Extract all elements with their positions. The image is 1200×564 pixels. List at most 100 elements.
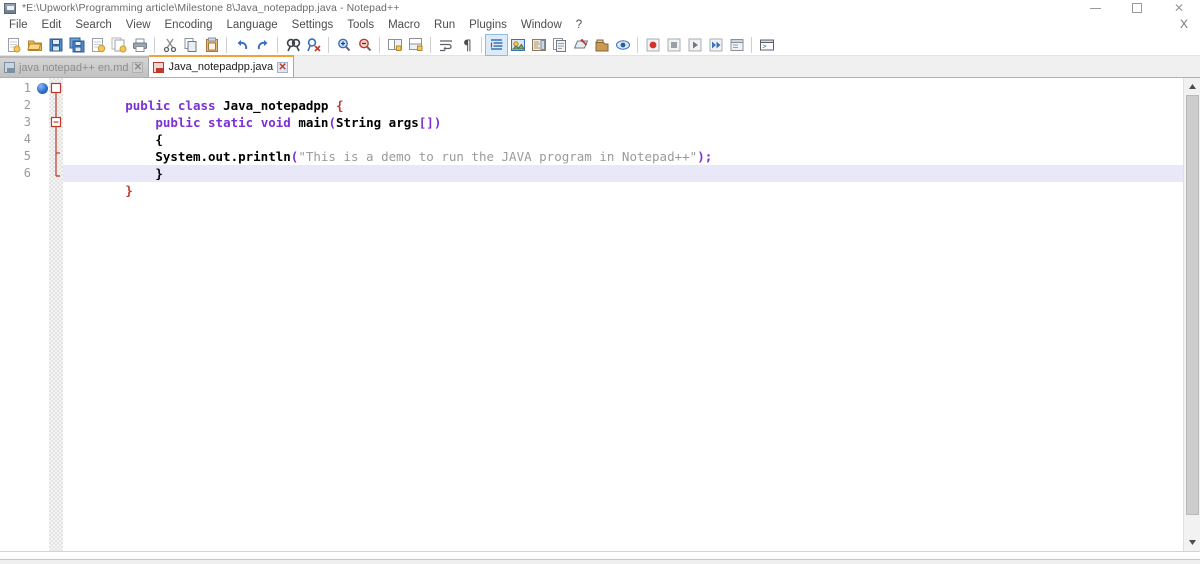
function-list-icon[interactable] (549, 35, 570, 55)
code-token: System.out.println (155, 149, 290, 164)
window-title: *E:\Upwork\Programming article\Milestone… (22, 2, 399, 14)
menu-item-tools[interactable]: Tools (340, 18, 381, 32)
user-defined-language-icon[interactable] (507, 35, 528, 55)
code-token (125, 166, 155, 181)
menu-item-help[interactable]: ? (569, 18, 589, 32)
paste-icon[interactable] (201, 35, 222, 55)
menu-item-run[interactable]: Run (427, 18, 462, 32)
close-window-button[interactable]: ✕ (1158, 0, 1200, 16)
tab-close-icon[interactable]: ✕ (132, 62, 143, 73)
bookmark-cell[interactable] (35, 97, 49, 114)
minimize-button[interactable] (1074, 0, 1116, 16)
scroll-up-arrow-icon[interactable] (1184, 78, 1200, 95)
monitoring-icon[interactable] (591, 35, 612, 55)
code-token (328, 98, 336, 113)
code-line-1[interactable]: public class Java_notepadpp { (63, 80, 1183, 97)
bookmark-cell[interactable] (35, 131, 49, 148)
playback-macro-icon[interactable] (684, 35, 705, 55)
menu-item-plugins[interactable]: Plugins (462, 18, 514, 32)
sync-vertical-scroll-icon[interactable] (384, 35, 405, 55)
code-line-6[interactable]: } (63, 165, 1183, 182)
redo-icon[interactable] (252, 35, 273, 55)
menu-item-search[interactable]: Search (68, 18, 118, 32)
document-map-icon[interactable] (528, 35, 549, 55)
print-icon[interactable] (129, 35, 150, 55)
code-folding-margin[interactable] (49, 78, 63, 551)
zoom-in-icon[interactable] (333, 35, 354, 55)
bookmark-margin[interactable] (35, 78, 49, 551)
code-token (381, 115, 389, 130)
editor-area[interactable]: 1 2 3 4 5 6 (0, 78, 1200, 551)
find-icon[interactable] (282, 35, 303, 55)
close-document-button[interactable]: X (1180, 18, 1188, 30)
line-number: 2 (0, 97, 35, 114)
record-macro-icon[interactable] (642, 35, 663, 55)
save-macro-icon[interactable] (726, 35, 747, 55)
code-text-area[interactable]: public class Java_notepadpp { public sta… (63, 78, 1183, 551)
window-controls: ✕ (1074, 0, 1200, 16)
code-token: { (336, 98, 344, 113)
save-icon[interactable] (45, 35, 66, 55)
notepad-plus-plus-icon (4, 3, 16, 14)
indent-guide-icon[interactable] (486, 35, 507, 55)
fold-markers-icon[interactable] (49, 80, 63, 190)
vertical-scrollbar[interactable] (1183, 78, 1200, 551)
menu-item-language[interactable]: Language (219, 18, 284, 32)
run-icon[interactable]: >_ (756, 35, 777, 55)
vertical-scrollbar-thumb[interactable] (1186, 95, 1199, 515)
minimize-icon (1090, 8, 1101, 9)
word-wrap-icon[interactable] (435, 35, 456, 55)
tab-close-icon[interactable]: ✕ (277, 62, 288, 73)
preview-icon[interactable] (612, 35, 633, 55)
code-token (216, 98, 224, 113)
tab-java-notepad-en-md[interactable]: java notepad++ en.md ✕ (0, 56, 149, 77)
save-all-icon[interactable] (66, 35, 87, 55)
maximize-button[interactable] (1116, 0, 1158, 16)
menu-item-view[interactable]: View (119, 18, 158, 32)
run-macro-multiple-times-icon[interactable] (705, 35, 726, 55)
scroll-down-arrow-icon[interactable] (1184, 534, 1200, 551)
code-token: []) (419, 115, 442, 130)
tab-java-notepadpp-java[interactable]: Java_notepadpp.java ✕ (149, 55, 294, 77)
menu-item-edit[interactable]: Edit (35, 18, 69, 32)
code-token (125, 132, 155, 147)
undo-icon[interactable] (231, 35, 252, 55)
code-token (125, 115, 155, 130)
code-token (200, 115, 208, 130)
line-number: 5 (0, 148, 35, 165)
copy-icon[interactable] (180, 35, 201, 55)
bookmark-cell[interactable] (35, 114, 49, 131)
close-file-icon[interactable] (87, 35, 108, 55)
folder-as-workspace-icon[interactable] (570, 35, 591, 55)
replace-icon[interactable] (303, 35, 324, 55)
close-icon: ✕ (1174, 3, 1184, 13)
tab-label: Java_notepadpp.java (168, 61, 273, 73)
bookmark-cell[interactable] (35, 165, 49, 182)
bookmark-cell[interactable] (35, 148, 49, 165)
new-file-icon[interactable] (3, 35, 24, 55)
sync-horizontal-scroll-icon[interactable] (405, 35, 426, 55)
menu-item-encoding[interactable]: Encoding (158, 18, 220, 32)
stop-recording-icon[interactable] (663, 35, 684, 55)
zoom-out-icon[interactable] (354, 35, 375, 55)
unsaved-document-icon (153, 62, 164, 73)
menu-item-file[interactable]: File (2, 18, 35, 32)
code-token: class (178, 98, 216, 113)
horizontal-scrollbar[interactable] (0, 551, 1200, 559)
bookmark-icon[interactable] (37, 83, 48, 94)
code-token: public (125, 98, 170, 113)
close-all-files-icon[interactable] (108, 35, 129, 55)
code-token: main (298, 115, 328, 130)
code-token: ( (328, 115, 336, 130)
toolbar-separator (751, 37, 752, 53)
show-all-characters-icon[interactable]: ¶ (456, 35, 477, 55)
bookmark-cell[interactable] (35, 80, 49, 97)
code-line-4[interactable]: System.out.println("This is a demo to ru… (63, 131, 1183, 148)
line-number-gutter: 1 2 3 4 5 6 (0, 78, 35, 551)
menu-item-macro[interactable]: Macro (381, 18, 427, 32)
title-bar: *E:\Upwork\Programming article\Milestone… (0, 0, 1200, 16)
open-file-icon[interactable] (24, 35, 45, 55)
cut-icon[interactable] (159, 35, 180, 55)
menu-item-window[interactable]: Window (514, 18, 569, 32)
menu-item-settings[interactable]: Settings (285, 18, 341, 32)
